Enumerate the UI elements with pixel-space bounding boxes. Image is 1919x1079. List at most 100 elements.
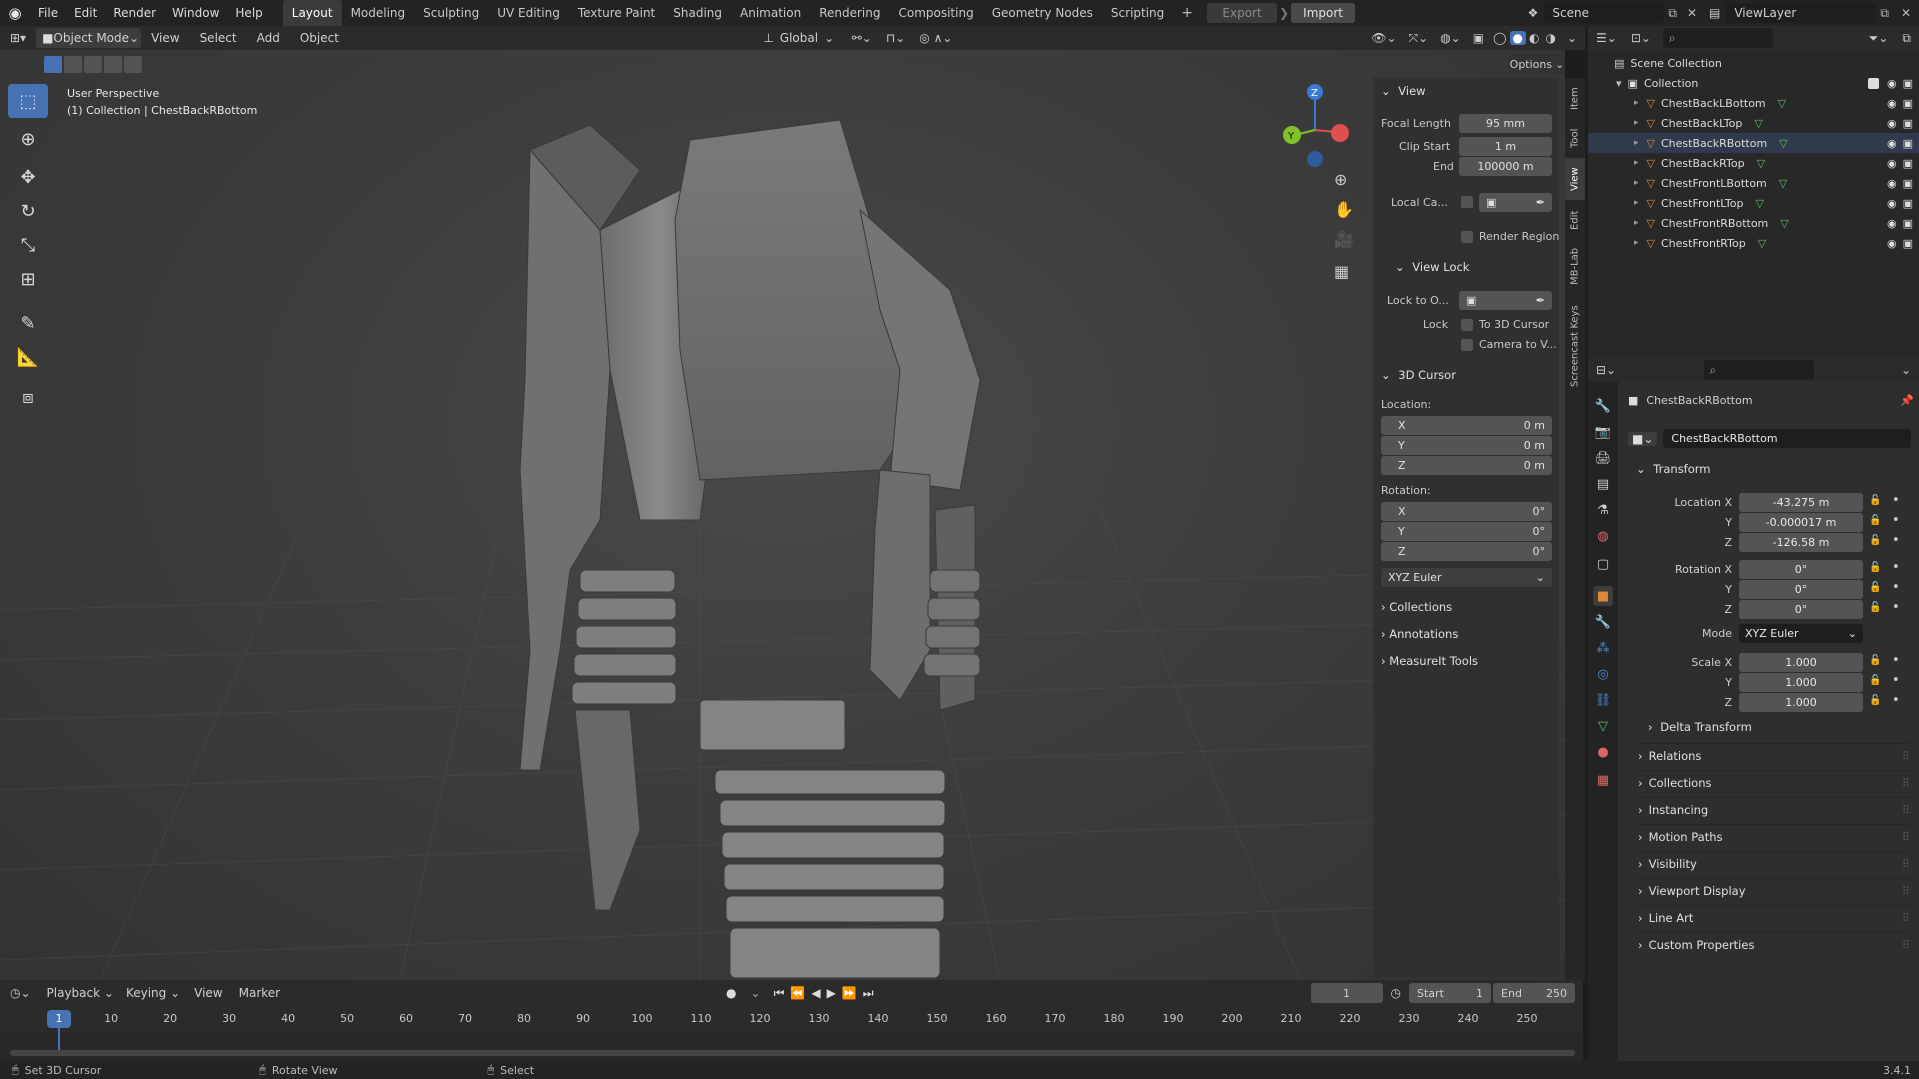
camera-view-icon[interactable]: 🎥: [1334, 230, 1354, 249]
visibility-eye-icon[interactable]: ◉: [1887, 177, 1897, 190]
mesh-data-icon[interactable]: ▽: [1778, 97, 1786, 110]
drag-handle-icon[interactable]: ⠿: [1902, 776, 1910, 790]
lock-icon[interactable]: 🔓: [1869, 582, 1881, 593]
outliner-object-row[interactable]: ▸ ▽ ChestBackRBottom ▽ ◉ ▣: [1588, 133, 1919, 153]
viewport-menu-add[interactable]: Add: [247, 31, 290, 45]
properties-section-header[interactable]: › Custom Properties ⠿: [1638, 932, 1910, 956]
tab-tool[interactable]: Tool: [1565, 120, 1585, 156]
perspective-toggle-icon[interactable]: ▦: [1334, 262, 1349, 281]
render-camera-icon[interactable]: ▣: [1903, 237, 1913, 250]
drag-handle-icon[interactable]: ⠿: [1902, 938, 1910, 952]
visibility-eye-icon[interactable]: ◉: [1887, 137, 1897, 150]
scale-field[interactable]: 1.000: [1739, 693, 1863, 712]
new-view-layer-icon[interactable]: ⧉: [1876, 6, 1893, 21]
wireframe-shading-icon[interactable]: ◯: [1490, 31, 1509, 45]
timeline-editor-icon[interactable]: ◷⌄: [0, 986, 41, 1000]
collections-section-header[interactable]: › Collections: [1381, 600, 1452, 614]
preview-range-icon[interactable]: ◷: [1383, 986, 1409, 1000]
timeline-menu-marker[interactable]: Marker: [231, 986, 288, 1000]
keyframe-dot-icon[interactable]: •: [1892, 600, 1900, 615]
exclude-checkbox[interactable]: [1867, 77, 1879, 89]
object-type-dropdown-icon[interactable]: ■⌄: [1628, 431, 1658, 446]
drag-handle-icon[interactable]: ⠿: [1902, 830, 1910, 844]
armor-model[interactable]: [0, 50, 1565, 980]
viewport-menu-view[interactable]: View: [141, 31, 189, 45]
rotation-mode-dropdown[interactable]: XYZ Euler ⌄: [1739, 624, 1863, 643]
scale-tool[interactable]: ⤡: [8, 228, 48, 262]
viewport-menu-object[interactable]: Object: [290, 31, 349, 45]
workspace-tab-rendering[interactable]: Rendering: [810, 0, 889, 26]
filter-icon[interactable]: ⏷⌄: [1863, 31, 1895, 46]
tool-tab-icon[interactable]: 🔧: [1593, 396, 1613, 416]
properties-section-header[interactable]: › Collections ⠿: [1638, 770, 1910, 794]
expand-arrow-icon[interactable]: ▸: [1634, 118, 1639, 128]
keyframe-dot-icon[interactable]: •: [1892, 580, 1900, 595]
clip-start-field[interactable]: 1 m: [1459, 137, 1552, 156]
expand-arrow-icon[interactable]: ▸: [1634, 238, 1639, 248]
scale-field[interactable]: 1.000: [1739, 673, 1863, 692]
keyframe-dot-icon[interactable]: •: [1892, 653, 1900, 668]
expand-arrow-icon[interactable]: ▸: [1634, 178, 1639, 188]
record-icon[interactable]: ●: [722, 986, 740, 1000]
outliner-object-row[interactable]: ▸ ▽ ChestFrontLBottom ▽ ◉ ▣: [1588, 173, 1919, 193]
cursor-tool[interactable]: ⊕: [8, 122, 48, 156]
outliner-editor-type-icon[interactable]: ☰⌄: [1588, 31, 1625, 45]
clip-end-field[interactable]: 100000 m: [1459, 157, 1552, 176]
outliner-object-row[interactable]: ▸ ▽ ChestFrontRBottom ▽ ◉ ▣: [1588, 213, 1919, 233]
scene-name-field[interactable]: Scene: [1544, 3, 1665, 23]
visibility-eye-icon[interactable]: ◉: [1887, 237, 1897, 250]
lock-to-object-field[interactable]: ▣ ✒: [1459, 291, 1552, 310]
drag-handle-icon[interactable]: ⠿: [1902, 749, 1910, 763]
cursor-rotation-mode-dropdown[interactable]: XYZ Euler ⌄: [1381, 568, 1552, 587]
zoom-icon[interactable]: ⊕: [1334, 170, 1347, 189]
workspace-tab-animation[interactable]: Animation: [731, 0, 810, 26]
delete-scene-icon[interactable]: ✕: [1681, 6, 1703, 20]
lock-icon[interactable]: 🔓: [1869, 515, 1881, 526]
chevron-down-icon[interactable]: ⌄: [1893, 363, 1919, 377]
outliner-object-row[interactable]: ▸ ▽ ChestBackLBottom ▽ ◉ ▣: [1588, 93, 1919, 113]
local-camera-checkbox[interactable]: [1461, 196, 1473, 208]
menu-file[interactable]: File: [30, 6, 66, 20]
drag-handle-icon[interactable]: ⠿: [1902, 911, 1910, 925]
render-camera-icon[interactable]: ▣: [1903, 177, 1913, 190]
modifiers-tab-icon[interactable]: 🔧: [1593, 612, 1613, 632]
expand-arrow-icon[interactable]: ▸: [1634, 218, 1639, 228]
tab-screencast-keys[interactable]: Screencast Keys: [1565, 294, 1585, 398]
lock-icon[interactable]: 🔓: [1869, 695, 1881, 706]
tab-edit[interactable]: Edit: [1565, 202, 1585, 238]
jump-next-key-icon[interactable]: ⏩: [839, 986, 860, 1000]
play-reverse-icon[interactable]: ◀: [808, 986, 823, 1000]
scene-collection-row[interactable]: ▤ Scene Collection: [1588, 53, 1919, 73]
constraints-tab-icon[interactable]: ⛓: [1593, 690, 1613, 710]
view-lock-section-header[interactable]: ⌄ View Lock: [1395, 260, 1469, 274]
camera-to-view-checkbox[interactable]: [1461, 339, 1473, 351]
rotation-field[interactable]: 0°: [1739, 560, 1863, 579]
viewport-menu-select[interactable]: Select: [190, 31, 247, 45]
cursor-location-x-field[interactable]: X 0 m: [1381, 416, 1552, 435]
visibility-eye-icon[interactable]: ◉: [1887, 197, 1897, 210]
scale-field[interactable]: 1.000: [1739, 653, 1863, 672]
add-cube-tool[interactable]: ⧈: [8, 380, 48, 414]
keyframe-dot-icon[interactable]: •: [1892, 673, 1900, 688]
workspace-tab-scripting[interactable]: Scripting: [1102, 0, 1173, 26]
navigation-gizmo[interactable]: Z Y: [1270, 80, 1390, 180]
visibility-icon[interactable]: 👁⌄: [1365, 31, 1402, 45]
outliner-object-row[interactable]: ▸ ▽ ChestBackLTop ▽ ◉ ▣: [1588, 113, 1919, 133]
render-camera-icon[interactable]: ▣: [1903, 117, 1913, 130]
timeline-ruler[interactable]: 10 20 30 40 50 60 70 80 90 100 110 120 130 140 150 160 1…: [0, 1008, 1583, 1032]
keyframe-dot-icon[interactable]: •: [1892, 693, 1900, 708]
particles-tab-icon[interactable]: ⁂: [1593, 638, 1613, 658]
options-button[interactable]: Options ⌄: [1508, 54, 1565, 74]
workspace-tab-modeling[interactable]: Modeling: [342, 0, 415, 26]
annotate-tool[interactable]: ✎: [8, 306, 48, 340]
expand-arrow-icon[interactable]: ▸: [1634, 138, 1639, 148]
properties-search-input[interactable]: ⌕: [1703, 360, 1814, 380]
render-region-checkbox[interactable]: [1461, 231, 1473, 243]
lock-to-3d-cursor-checkbox[interactable]: [1461, 319, 1473, 331]
import-button[interactable]: Import: [1291, 3, 1356, 23]
render-camera-icon[interactable]: ▣: [1903, 197, 1913, 210]
visibility-eye-icon[interactable]: ◉: [1887, 117, 1897, 130]
visibility-eye-icon[interactable]: ◉: [1887, 157, 1897, 170]
workspace-tab-shading[interactable]: Shading: [664, 0, 731, 26]
cursor-rotation-x-field[interactable]: X 0°: [1381, 502, 1552, 521]
